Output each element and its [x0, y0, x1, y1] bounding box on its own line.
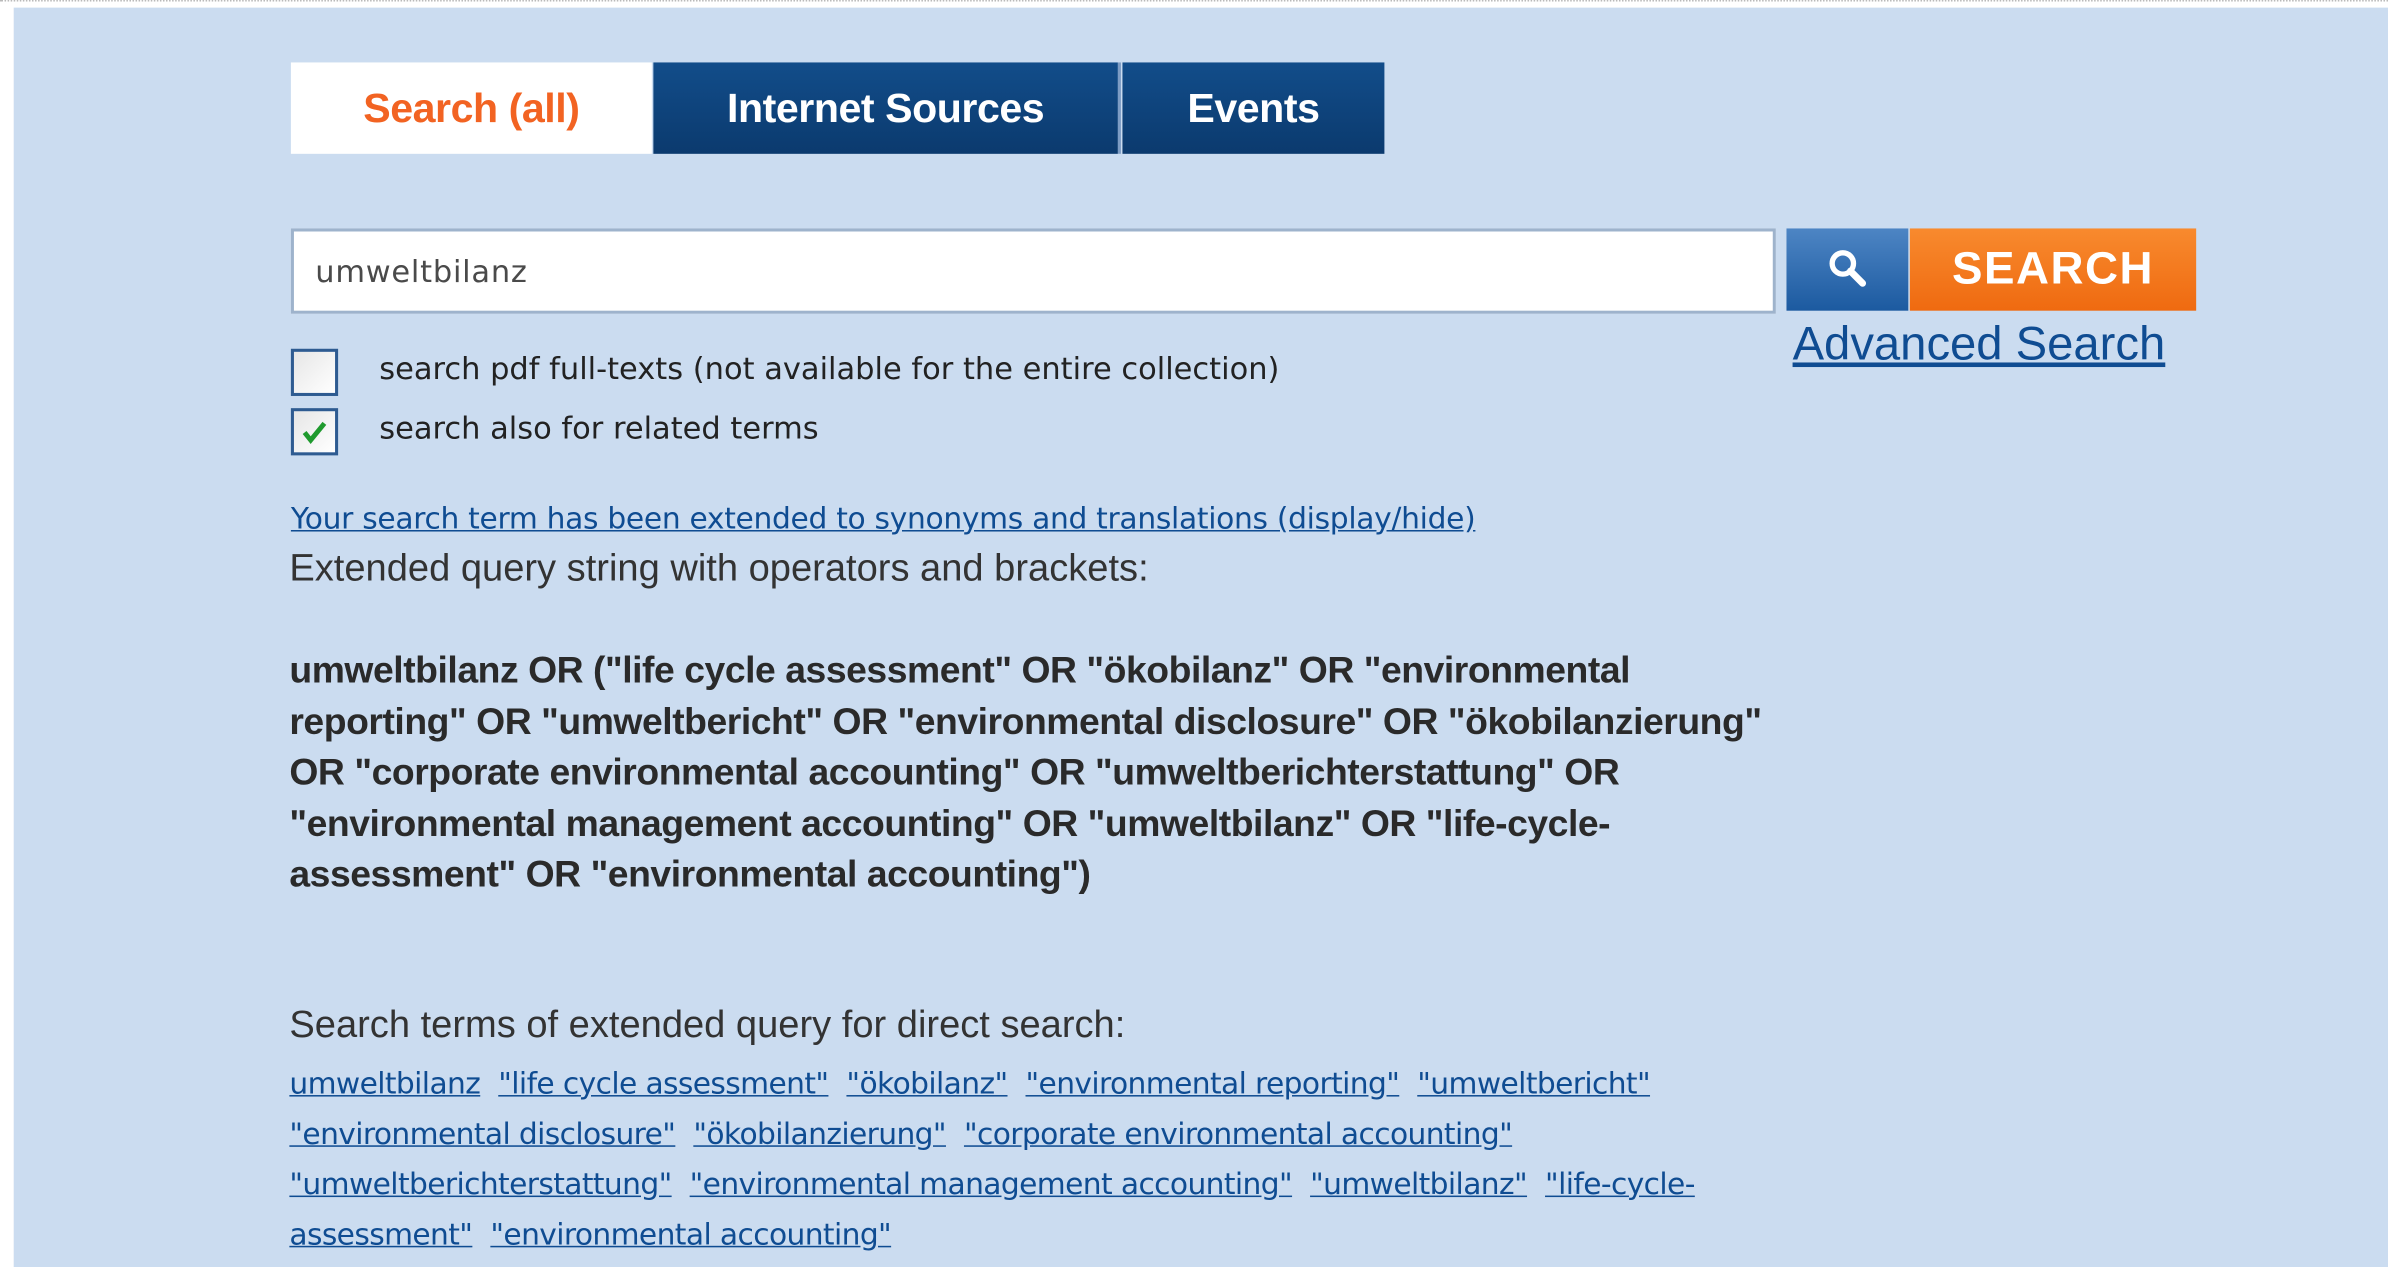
- direct-search-heading: Search terms of extended query for direc…: [289, 1003, 1126, 1047]
- direct-search-terms: umweltbilanz "life cycle assessment" "ök…: [289, 1058, 1797, 1259]
- term-link[interactable]: "umweltbilanz": [1310, 1167, 1528, 1202]
- page: Search (all) Internet Sources Events SEA…: [0, 0, 2388, 1267]
- related-terms-label: search also for related terms: [379, 409, 819, 447]
- term-link[interactable]: "umweltbericht": [1417, 1066, 1650, 1101]
- extended-query-string: umweltbilanz OR ("life cycle assessment"…: [289, 650, 1762, 896]
- advanced-search-link[interactable]: Advanced Search: [1793, 317, 2166, 372]
- term-link[interactable]: "ökobilanzierung": [693, 1116, 946, 1151]
- related-terms-checkbox[interactable]: [290, 408, 339, 456]
- term-link[interactable]: umweltbilanz: [289, 1066, 480, 1101]
- tab-internet-sources[interactable]: Internet Sources: [653, 62, 1121, 154]
- extended-query-heading: Extended query string with operators and…: [289, 546, 1149, 590]
- tab-events[interactable]: Events: [1122, 62, 1385, 154]
- magnifier-button[interactable]: [1786, 228, 1909, 311]
- top-divider: [0, 0, 2388, 2]
- tab-search-all[interactable]: Search (all): [290, 62, 652, 154]
- term-link[interactable]: "environmental management accounting": [690, 1167, 1293, 1202]
- term-link[interactable]: "corporate environmental accounting": [964, 1116, 1513, 1151]
- term-link[interactable]: "life cycle assessment": [498, 1066, 829, 1101]
- search-icon: [1829, 250, 1867, 287]
- checkmark-icon: [302, 421, 327, 445]
- pdf-fulltext-checkbox[interactable]: [290, 348, 339, 396]
- extended-toggle-link[interactable]: Your search term has been extended to sy…: [291, 501, 1476, 536]
- pdf-fulltext-label: search pdf full-texts (not available for…: [379, 350, 1280, 387]
- term-link[interactable]: "ökobilanz": [846, 1066, 1008, 1101]
- term-link[interactable]: "environmental disclosure": [289, 1116, 676, 1151]
- search-button[interactable]: SEARCH: [1909, 228, 2197, 311]
- term-link[interactable]: "environmental reporting": [1026, 1066, 1400, 1101]
- search-input[interactable]: [290, 228, 1776, 314]
- term-link[interactable]: "environmental accounting": [490, 1217, 891, 1252]
- term-link[interactable]: "umweltberichterstattung": [289, 1167, 672, 1202]
